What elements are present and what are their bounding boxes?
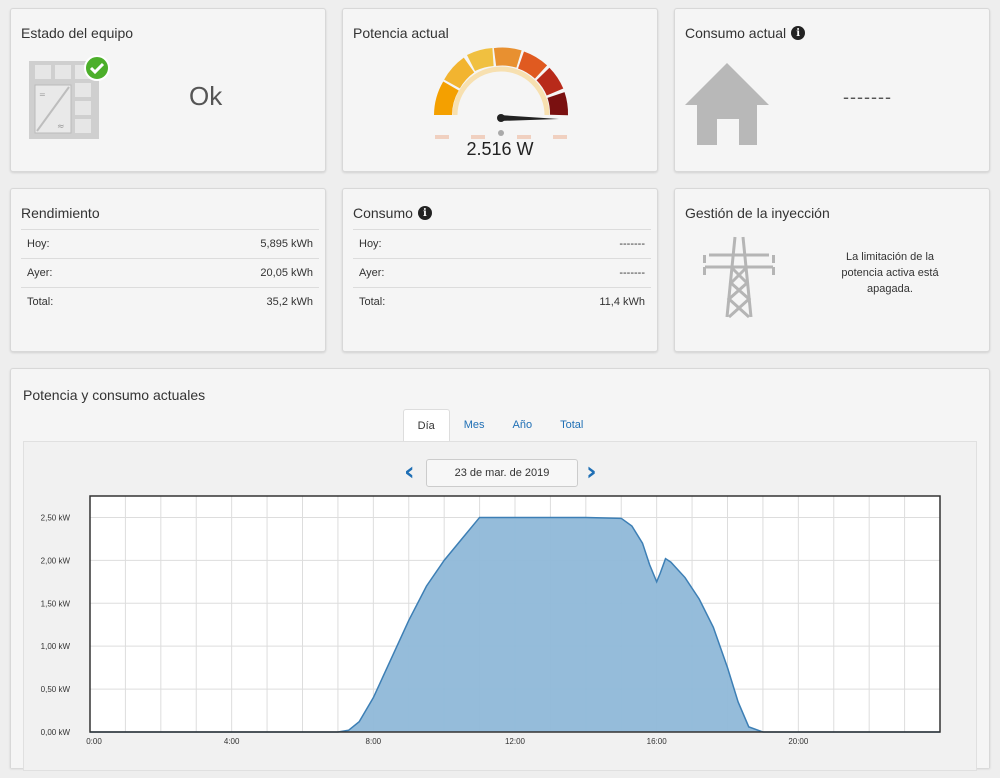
tab-total[interactable]: Total <box>546 409 597 441</box>
tab-day[interactable]: Día <box>402 409 450 442</box>
info-icon[interactable]: i <box>417 206 432 220</box>
card-title: Rendimiento <box>21 205 100 221</box>
chevron-left-icon[interactable]: ‹ <box>404 458 415 486</box>
row-label: Total: <box>21 287 132 316</box>
row-value: 11,4 kWh <box>471 287 651 316</box>
injection-card: Gestión de la inyección La limitación de… <box>674 188 990 352</box>
y-tick-label: 0,00 kW <box>41 728 71 737</box>
tab-month[interactable]: Mes <box>450 409 499 441</box>
x-tick-label: 16:00 <box>647 737 668 746</box>
x-tick-label: 4:00 <box>224 737 240 746</box>
row-label: Ayer: <box>21 258 132 288</box>
row-value: 5,895 kWh <box>131 229 319 259</box>
consumption-now-value: ------- <box>843 87 892 107</box>
table-row: Hoy: 5,895 kWh <box>21 229 319 259</box>
yield-card: Rendimiento Hoy: 5,895 kWh Ayer: 20,05 kWh… <box>10 188 326 352</box>
x-tick-label: 8:00 <box>366 737 382 746</box>
consumption-table: Hoy: ------- Ayer: ------- Total: 11,4 kWh <box>353 229 651 316</box>
y-tick-label: 2,50 kW <box>41 513 71 522</box>
chart-card: Potencia y consumo actuales Día Mes Año … <box>10 368 990 771</box>
y-tick-label: 1,50 kW <box>41 599 71 608</box>
injection-text: La limitación de la potencia activa está… <box>841 251 939 295</box>
row-label: Total: <box>353 287 472 316</box>
power-value: 2.516 W <box>466 139 534 159</box>
tab-year[interactable]: Año <box>499 409 547 441</box>
power-tower-icon <box>703 236 775 319</box>
consumption-card: Consumo i Hoy: ------- Ayer: ------- Total:… <box>342 188 658 352</box>
row-value: 20,05 kWh <box>131 258 319 288</box>
table-row: Hoy: ------- <box>353 229 651 259</box>
row-label: Hoy: <box>353 229 472 259</box>
x-tick-label: 20:00 <box>788 737 809 746</box>
chevron-right-icon[interactable]: › <box>586 458 597 486</box>
gauge-icon <box>434 47 568 139</box>
house-icon <box>685 63 769 145</box>
status-card: Estado del equipo ≈ = Ok <box>10 8 326 172</box>
card-title: Potencia y consumo actuales <box>23 387 206 403</box>
status-value: Ok <box>189 81 223 111</box>
y-tick-label: 2,00 kW <box>41 556 71 565</box>
tab-bar: Día Mes Año Total <box>11 409 989 442</box>
table-row: Ayer: 20,05 kWh <box>21 258 319 288</box>
y-tick-label: 1,00 kW <box>41 642 71 651</box>
card-title: Estado del equipo <box>21 25 134 41</box>
info-icon[interactable]: i <box>791 26 806 40</box>
svg-text:≈: ≈ <box>57 122 65 132</box>
row-value: ------- <box>471 229 651 259</box>
date-field[interactable]: 23 de mar. de 2019 <box>426 459 578 487</box>
x-tick-label: 0:00 <box>86 737 102 746</box>
table-row: Total: 11,4 kWh <box>353 287 651 316</box>
row-label: Hoy: <box>21 229 132 259</box>
y-tick-label: 0,50 kW <box>41 685 71 694</box>
consumption-now-card: Consumo actual i ------- <box>674 8 990 172</box>
table-row: Ayer: ------- <box>353 258 651 288</box>
row-label: Ayer: <box>353 258 472 288</box>
chart-panel: ‹ 23 de mar. de 2019 › 0,00 kW 0,50 kW 1,0… <box>23 441 977 771</box>
card-title: Consumo actual i <box>685 25 806 41</box>
check-icon <box>84 55 110 81</box>
x-tick-label: 12:00 <box>505 737 526 746</box>
svg-text:=: = <box>39 90 46 99</box>
card-title: Gestión de la inyección <box>685 205 830 221</box>
power-card: Potencia actual 2.516 W <box>342 8 658 172</box>
card-title: Potencia actual <box>353 25 449 41</box>
card-title: Consumo i <box>353 205 432 221</box>
row-value: 35,2 kWh <box>131 287 319 316</box>
row-value: ------- <box>471 258 651 288</box>
table-row: Total: 35,2 kWh <box>21 287 319 316</box>
yield-table: Hoy: 5,895 kWh Ayer: 20,05 kWh Total: 35,2 … <box>21 229 319 316</box>
power-chart: 0,00 kW 0,50 kW 1,00 kW 1,50 kW 2,00 kW 2,50 … <box>41 495 941 746</box>
